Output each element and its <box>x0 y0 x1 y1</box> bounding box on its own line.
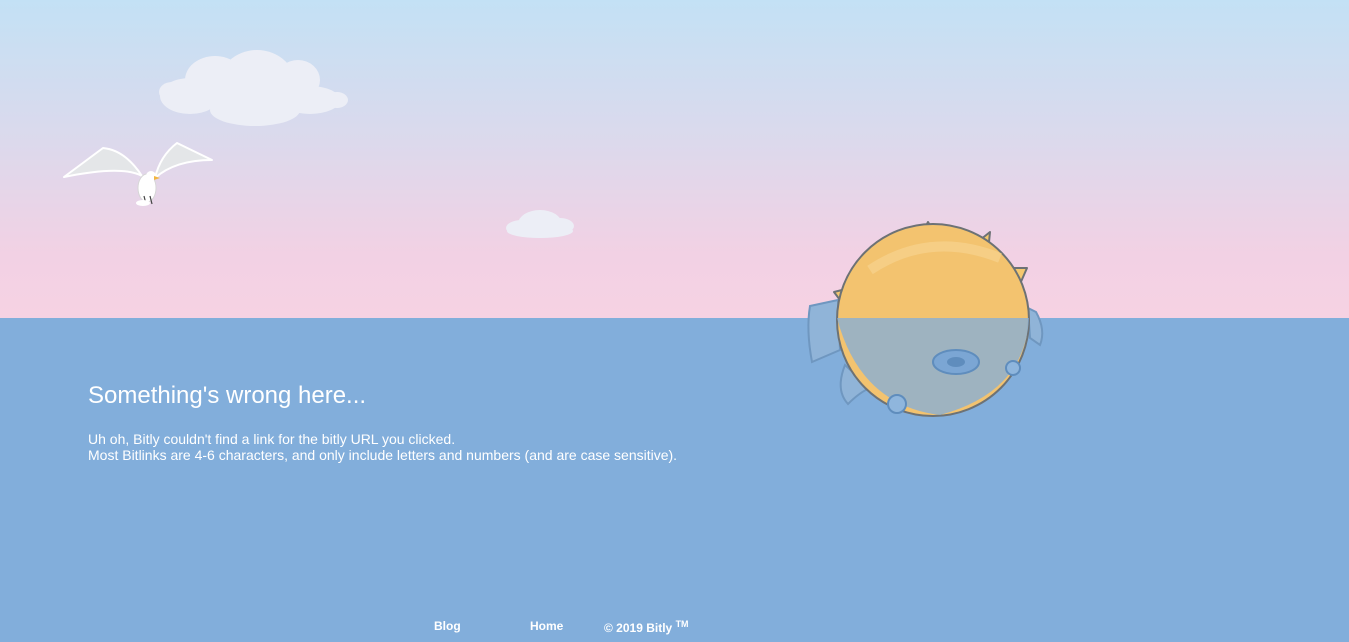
error-line-1: Uh oh, Bitly couldn't find a link for th… <box>88 431 456 447</box>
scene-illustration <box>63 50 1044 417</box>
copyright-text: © 2019 Bitly TM <box>604 619 689 635</box>
trademark-mark: TM <box>675 619 689 629</box>
page-title: Something's wrong here... <box>88 382 367 409</box>
error-message: Something's wrong here... Uh oh, Bitly c… <box>88 381 677 463</box>
pufferfish-icon <box>807 221 1044 417</box>
error-page: Something's wrong here... Uh oh, Bitly c… <box>0 0 1349 642</box>
footer: Blog Home © 2019 Bitly TM <box>0 616 1349 636</box>
small-cloud-icon <box>506 210 574 238</box>
cloud-icon <box>159 50 348 126</box>
blog-link[interactable]: Blog <box>434 619 461 633</box>
copyright-label: © 2019 Bitly <box>604 621 673 635</box>
home-link[interactable]: Home <box>530 619 563 633</box>
error-line-2: Most Bitlinks are 4-6 characters, and on… <box>88 447 678 463</box>
seagull-icon <box>63 142 213 206</box>
